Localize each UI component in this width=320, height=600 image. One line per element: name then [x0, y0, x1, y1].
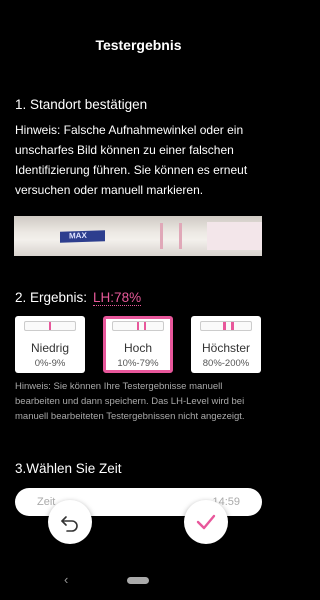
confirm-button[interactable] [184, 500, 228, 544]
step3-heading: 3.Wählen Sie Zeit [15, 461, 122, 476]
peak-indicator-icon [200, 321, 252, 331]
option-range: 80%-200% [202, 358, 250, 369]
strip-control-line [160, 223, 163, 249]
undo-button[interactable] [48, 500, 92, 544]
option-hoch-card[interactable]: Hoch 10%-79% [103, 316, 173, 373]
strip-sample-pad [207, 222, 262, 250]
page-title: Testergebnis [95, 37, 182, 53]
system-nav-bar: ‹ [0, 568, 277, 592]
step1-hint: Hinweis: Falsche Aufnahmewinkel oder ein… [15, 123, 248, 197]
lh-value[interactable]: LH:78% [93, 290, 142, 306]
option-label: Höchster [201, 341, 251, 355]
undo-icon [61, 516, 78, 532]
time-label: Zeit [37, 496, 56, 508]
nav-back-icon[interactable]: ‹ [64, 572, 68, 587]
option-range: 0%-9% [34, 358, 66, 369]
result-row: 2. Ergebnis: LH:78% [15, 290, 142, 306]
result-label: 2. Ergebnis: [15, 290, 88, 305]
strip-brand-logo: MAX [60, 230, 105, 243]
high-indicator-icon [112, 321, 164, 331]
edit-note: Hinweis: Sie können Ihre Testergebnisse … [15, 381, 245, 422]
option-label: Niedrig [30, 341, 69, 355]
option-label: Hoch [123, 341, 152, 355]
check-icon [196, 514, 216, 530]
strip-test-line [179, 223, 182, 249]
step1-heading: 1. Standort bestätigen [15, 97, 148, 112]
test-strip-image[interactable]: MAX [14, 216, 262, 256]
low-indicator-icon [24, 321, 76, 331]
option-hoechster-card[interactable]: Höchster 80%-200% [191, 316, 261, 373]
option-range: 10%-79% [117, 358, 159, 369]
nav-home-pill[interactable] [127, 577, 149, 584]
option-niedrig-card[interactable]: Niedrig 0%-9% [15, 316, 85, 373]
